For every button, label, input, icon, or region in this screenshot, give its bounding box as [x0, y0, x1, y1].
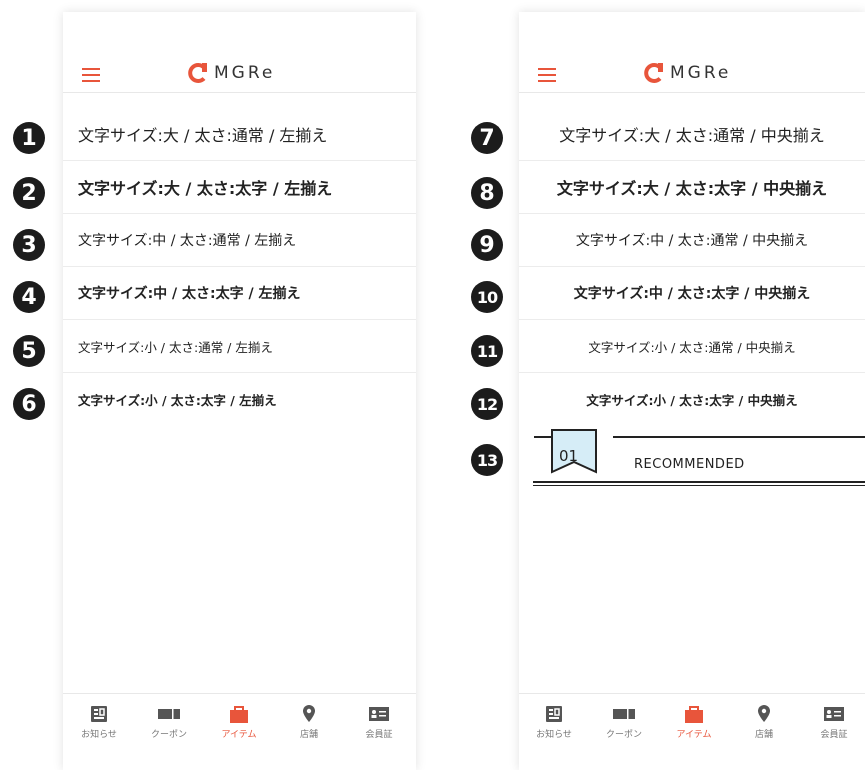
news-icon: [546, 706, 562, 722]
row-text: 文字サイズ:中 / 太さ:通常 / 中央揃え: [575, 233, 809, 249]
recommended-heading: 01 RECOMMENDED: [519, 424, 865, 496]
recommended-number: 01: [559, 447, 579, 465]
tab-news[interactable]: お知らせ: [69, 704, 129, 740]
tab-member-card[interactable]: 会員証: [349, 704, 409, 740]
mgre-logo-icon: [644, 63, 663, 83]
list-item: 文字サイズ:大 / 太さ:太字 / 中央揃え: [519, 161, 865, 214]
tab-coupon[interactable]: クーポン: [139, 704, 199, 740]
annotation-marker: 5: [13, 335, 45, 367]
mgre-logo-icon: [188, 63, 207, 83]
tab-label: クーポン: [150, 730, 187, 740]
shopping-bag-icon: [230, 706, 248, 723]
member-card-icon: [824, 707, 844, 721]
row-text: 文字サイズ:小 / 太さ:太字 / 左揃え: [78, 392, 277, 408]
news-icon: [91, 706, 107, 722]
list-item: 文字サイズ:中 / 太さ:太字 / 左揃え: [63, 267, 416, 320]
row-text: 文字サイズ:大 / 太さ:太字 / 左揃え: [78, 179, 333, 198]
member-card-icon: [369, 707, 389, 721]
row-text: 文字サイズ:大 / 太さ:通常 / 中央揃え: [559, 126, 825, 145]
annotation-marker: 6: [13, 388, 45, 420]
tab-store[interactable]: 店舗: [734, 704, 794, 740]
row-text: 文字サイズ:大 / 太さ:通常 / 左揃え: [78, 126, 328, 145]
phone-screen-right: MGRe 文字サイズ:大 / 太さ:通常 / 中央揃え 文字サイズ:大 / 太さ…: [519, 12, 865, 770]
annotation-marker: 8: [471, 177, 503, 209]
list-item: 文字サイズ:小 / 太さ:通常 / 中央揃え: [519, 320, 865, 373]
annotation-marker: 13: [471, 444, 503, 476]
annotation-marker: 9: [471, 229, 503, 261]
app-logo: MGRe: [643, 60, 731, 86]
list-item: 文字サイズ:中 / 太さ:通常 / 中央揃え: [519, 214, 865, 267]
annotation-marker: 3: [13, 229, 45, 261]
tab-label: クーポン: [605, 730, 642, 740]
logo-text: MGRe: [670, 63, 732, 83]
heading-rule: [533, 481, 865, 483]
bottom-tab-bar: お知らせ クーポン アイテム 店舗 会員証: [63, 693, 416, 770]
logo-text: MGRe: [214, 63, 276, 83]
app-header: MGRe: [519, 12, 865, 93]
tab-label: お知らせ: [81, 730, 117, 740]
coupon-icon: [158, 709, 180, 719]
row-text: 文字サイズ:中 / 太さ:太字 / 左揃え: [78, 286, 301, 302]
bottom-tab-bar: お知らせ クーポン アイテム 店舗 会員証: [519, 693, 865, 770]
annotation-marker: 11: [471, 335, 503, 367]
text-style-list: 文字サイズ:大 / 太さ:通常 / 左揃え 文字サイズ:大 / 太さ:太字 / …: [63, 108, 416, 425]
tab-member-card[interactable]: 会員証: [804, 704, 864, 740]
tab-label: アイテム: [221, 730, 257, 740]
tab-label: 会員証: [365, 730, 393, 740]
list-item: 文字サイズ:中 / 太さ:通常 / 左揃え: [63, 214, 416, 267]
tab-news[interactable]: お知らせ: [524, 704, 584, 740]
annotation-marker: 12: [471, 388, 503, 420]
app-header: MGRe: [63, 12, 416, 93]
heading-rule: [533, 485, 865, 486]
row-text: 文字サイズ:中 / 太さ:通常 / 左揃え: [78, 233, 297, 249]
tab-label: 店舗: [299, 730, 318, 740]
tab-label: お知らせ: [536, 730, 572, 740]
phone-screen-left: MGRe 文字サイズ:大 / 太さ:通常 / 左揃え 文字サイズ:大 / 太さ:…: [63, 12, 416, 770]
tab-item[interactable]: アイテム: [209, 704, 269, 740]
list-item: 文字サイズ:小 / 太さ:太字 / 左揃え: [63, 373, 416, 425]
tab-label: 会員証: [820, 730, 848, 740]
coupon-icon: [613, 709, 635, 719]
list-item: 文字サイズ:大 / 太さ:通常 / 中央揃え: [519, 108, 865, 161]
hamburger-menu-button[interactable]: [82, 68, 100, 82]
tab-item[interactable]: アイテム: [664, 704, 724, 740]
tab-label: アイテム: [676, 730, 712, 740]
row-text: 文字サイズ:大 / 太さ:太字 / 中央揃え: [556, 179, 828, 198]
hamburger-menu-button[interactable]: [538, 68, 556, 82]
tab-store[interactable]: 店舗: [279, 704, 339, 740]
shopping-bag-icon: [685, 706, 703, 723]
list-item: 文字サイズ:中 / 太さ:太字 / 中央揃え: [519, 267, 865, 320]
annotation-marker: 10: [471, 281, 503, 313]
recommended-label: RECOMMENDED: [634, 457, 745, 472]
text-style-list: 文字サイズ:大 / 太さ:通常 / 中央揃え 文字サイズ:大 / 太さ:太字 /…: [519, 108, 865, 425]
map-pin-icon: [303, 705, 315, 722]
annotation-marker: 4: [13, 281, 45, 313]
list-item: 文字サイズ:大 / 太さ:通常 / 左揃え: [63, 108, 416, 161]
row-text: 文字サイズ:小 / 太さ:太字 / 中央揃え: [586, 392, 798, 408]
list-item: 文字サイズ:小 / 太さ:通常 / 左揃え: [63, 320, 416, 373]
row-text: 文字サイズ:小 / 太さ:通常 / 左揃え: [78, 339, 273, 355]
tab-coupon[interactable]: クーポン: [594, 704, 654, 740]
heading-rule: [613, 436, 865, 438]
annotation-marker: 1: [13, 122, 45, 154]
row-text: 文字サイズ:小 / 太さ:通常 / 中央揃え: [588, 339, 796, 355]
tab-label: 店舗: [754, 730, 773, 740]
annotation-marker: 2: [13, 177, 45, 209]
annotation-marker: 7: [471, 122, 503, 154]
map-pin-icon: [758, 705, 770, 722]
list-item: 文字サイズ:大 / 太さ:太字 / 左揃え: [63, 161, 416, 214]
list-item: 文字サイズ:小 / 太さ:太字 / 中央揃え: [519, 373, 865, 425]
app-logo: MGRe: [187, 60, 275, 86]
row-text: 文字サイズ:中 / 太さ:太字 / 中央揃え: [573, 286, 811, 302]
